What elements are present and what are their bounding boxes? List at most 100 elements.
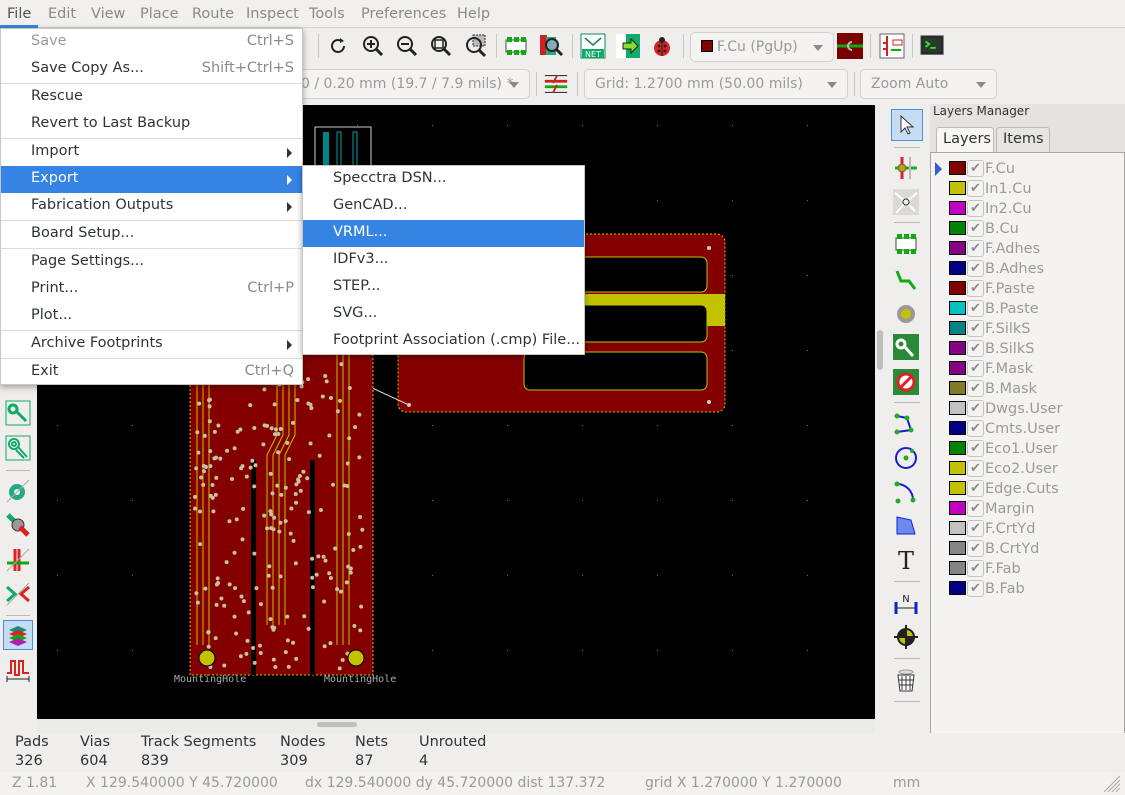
netlist-icon[interactable]: NET: [580, 33, 606, 59]
layer-row-eco2-user[interactable]: ✔ Eco2.User: [931, 459, 1121, 479]
redraw-icon[interactable]: [325, 33, 351, 59]
layer-color-swatch[interactable]: [949, 241, 966, 255]
layer-visibility-checkbox[interactable]: ✔: [967, 200, 984, 217]
zoom-select[interactable]: Zoom Auto: [860, 69, 997, 99]
layer-visibility-checkbox[interactable]: ✔: [967, 300, 984, 317]
add-text-icon[interactable]: T: [893, 547, 919, 573]
layer-color-swatch[interactable]: [949, 541, 966, 555]
local-ratsnest-icon[interactable]: [893, 189, 919, 215]
layer-color-swatch[interactable]: [949, 201, 966, 215]
tab-layers[interactable]: Layers: [936, 127, 994, 154]
menu-inspect[interactable]: Inspect: [246, 6, 299, 22]
update-pcb-icon[interactable]: [615, 33, 641, 59]
menu-item-export[interactable]: Export: [1, 166, 302, 193]
layer-row-f-silks[interactable]: ✔ F.SilkS: [931, 319, 1121, 339]
export-item-idfv3[interactable]: IDFv3...: [303, 247, 584, 274]
delete-tool-icon[interactable]: [893, 667, 919, 693]
menu-item-board-setup[interactable]: Board Setup...: [1, 221, 302, 248]
scrollbar-thumb[interactable]: [317, 722, 357, 727]
layer-row-cmts-user[interactable]: ✔ Cmts.User: [931, 419, 1121, 439]
layer-visibility-checkbox[interactable]: ✔: [967, 260, 984, 277]
layer-visibility-checkbox[interactable]: ✔: [967, 320, 984, 337]
layer-visibility-checkbox[interactable]: ✔: [967, 220, 984, 237]
layer-row-b-paste[interactable]: ✔ B.Paste: [931, 299, 1121, 319]
draw-circle-icon[interactable]: [893, 445, 919, 471]
layer-visibility-checkbox[interactable]: ✔: [967, 240, 984, 257]
horizontal-scrollbar[interactable]: [37, 719, 875, 733]
layer-visibility-checkbox[interactable]: ✔: [967, 360, 984, 377]
layer-row-edge-cuts[interactable]: ✔ Edge.Cuts: [931, 479, 1121, 499]
layer-color-swatch[interactable]: [949, 361, 966, 375]
layer-visibility-checkbox[interactable]: ✔: [967, 560, 984, 577]
menu-item-print[interactable]: Print... Ctrl+P: [1, 276, 302, 303]
add-footprint-icon[interactable]: [893, 231, 919, 257]
scripting-console-icon[interactable]: [920, 33, 946, 59]
select-tool-icon[interactable]: [891, 109, 923, 141]
layer-visibility-checkbox[interactable]: ✔: [967, 520, 984, 537]
layer-color-swatch[interactable]: [949, 261, 966, 275]
drc-ladybug-icon[interactable]: [649, 33, 675, 59]
add-via-icon[interactable]: [893, 301, 919, 327]
menu-help[interactable]: Help: [457, 6, 490, 22]
layer-row-f-paste[interactable]: ✔ F.Paste: [931, 279, 1121, 299]
add-dimension-icon[interactable]: N: [893, 590, 919, 616]
menu-item-page-settings[interactable]: Page Settings...: [1, 249, 302, 276]
menu-item-import[interactable]: Import: [1, 139, 302, 166]
layer-row-f-crtyd[interactable]: ✔ F.CrtYd: [931, 519, 1121, 539]
layer-color-swatch[interactable]: [949, 321, 966, 335]
export-item-gencad[interactable]: GenCAD...: [303, 193, 584, 220]
layer-color-swatch[interactable]: [949, 561, 966, 575]
tab-items[interactable]: Items: [996, 127, 1050, 153]
layer-visibility-checkbox[interactable]: ✔: [967, 580, 984, 597]
footprint-browser-icon[interactable]: [538, 33, 564, 59]
layer-visibility-checkbox[interactable]: ✔: [967, 540, 984, 557]
layer-row-dwgs-user[interactable]: ✔ Dwgs.User: [931, 399, 1121, 419]
inspect-clearance-icon[interactable]: [5, 512, 31, 538]
export-item-footprint-association-cmp-file[interactable]: Footprint Association (.cmp) File...: [303, 328, 584, 355]
layer-color-swatch[interactable]: [949, 301, 966, 315]
layer-pair-icon[interactable]: [837, 33, 863, 59]
menu-item-archive-footprints[interactable]: Archive Footprints: [1, 331, 302, 358]
layer-color-swatch[interactable]: [949, 381, 966, 395]
via-size-icon[interactable]: [5, 478, 31, 504]
layer-visibility-checkbox[interactable]: ✔: [967, 500, 984, 517]
layer-row-b-adhes[interactable]: ✔ B.Adhes: [931, 259, 1121, 279]
layer-row-f-fab[interactable]: ✔ F.Fab: [931, 559, 1121, 579]
layer-color-swatch[interactable]: [949, 281, 966, 295]
draw-arc-icon[interactable]: [893, 479, 919, 505]
layer-row-b-silks[interactable]: ✔ B.SilkS: [931, 339, 1121, 359]
menu-item-exit[interactable]: Exit Ctrl+Q: [1, 359, 302, 386]
route-tracks-icon[interactable]: [893, 267, 919, 293]
draw-polygon-icon[interactable]: [893, 513, 919, 539]
menu-item-save[interactable]: Save Ctrl+S: [1, 29, 302, 56]
menu-item-revert-to-last-backup[interactable]: Revert to Last Backup: [1, 111, 302, 138]
export-item-step[interactable]: STEP...: [303, 274, 584, 301]
length-tuning-icon[interactable]: [5, 657, 31, 683]
layer-color-swatch[interactable]: [949, 521, 966, 535]
layer-row-f-adhes[interactable]: ✔ F.Adhes: [931, 239, 1121, 259]
export-item-specctra-dsn[interactable]: Specctra DSN...: [303, 166, 584, 193]
layer-target-icon[interactable]: [893, 624, 919, 650]
menu-item-fabrication-outputs[interactable]: Fabrication Outputs: [1, 193, 302, 220]
layer-color-swatch[interactable]: [949, 421, 966, 435]
layer-visibility-checkbox[interactable]: ✔: [967, 380, 984, 397]
layer-row-b-mask[interactable]: ✔ B.Mask: [931, 379, 1121, 399]
layer-row-f-cu[interactable]: ✔ F.Cu: [931, 159, 1121, 179]
layer-visibility-checkbox[interactable]: ✔: [967, 160, 984, 177]
grid-select[interactable]: Grid: 1.2700 mm (50.00 mils): [584, 69, 848, 99]
layer-visibility-checkbox[interactable]: ✔: [967, 180, 984, 197]
add-zone-icon[interactable]: [893, 334, 919, 360]
track-via-size-icon[interactable]: [543, 71, 569, 97]
layer-color-swatch[interactable]: [949, 221, 966, 235]
route-track-icon[interactable]: [5, 400, 31, 426]
footprint-editor-icon[interactable]: [503, 33, 529, 59]
menu-tools[interactable]: Tools: [309, 6, 345, 22]
layer-row-b-cu[interactable]: ✔ B.Cu: [931, 219, 1121, 239]
layer-color-swatch[interactable]: [949, 481, 966, 495]
menu-route[interactable]: Route: [192, 6, 234, 22]
layer-color-swatch[interactable]: [949, 581, 966, 595]
menu-view[interactable]: View: [91, 6, 125, 22]
layers-manager-toggle-icon[interactable]: [3, 620, 33, 650]
layer-row-f-mask[interactable]: ✔ F.Mask: [931, 359, 1121, 379]
zoom-out-icon[interactable]: [394, 33, 420, 59]
